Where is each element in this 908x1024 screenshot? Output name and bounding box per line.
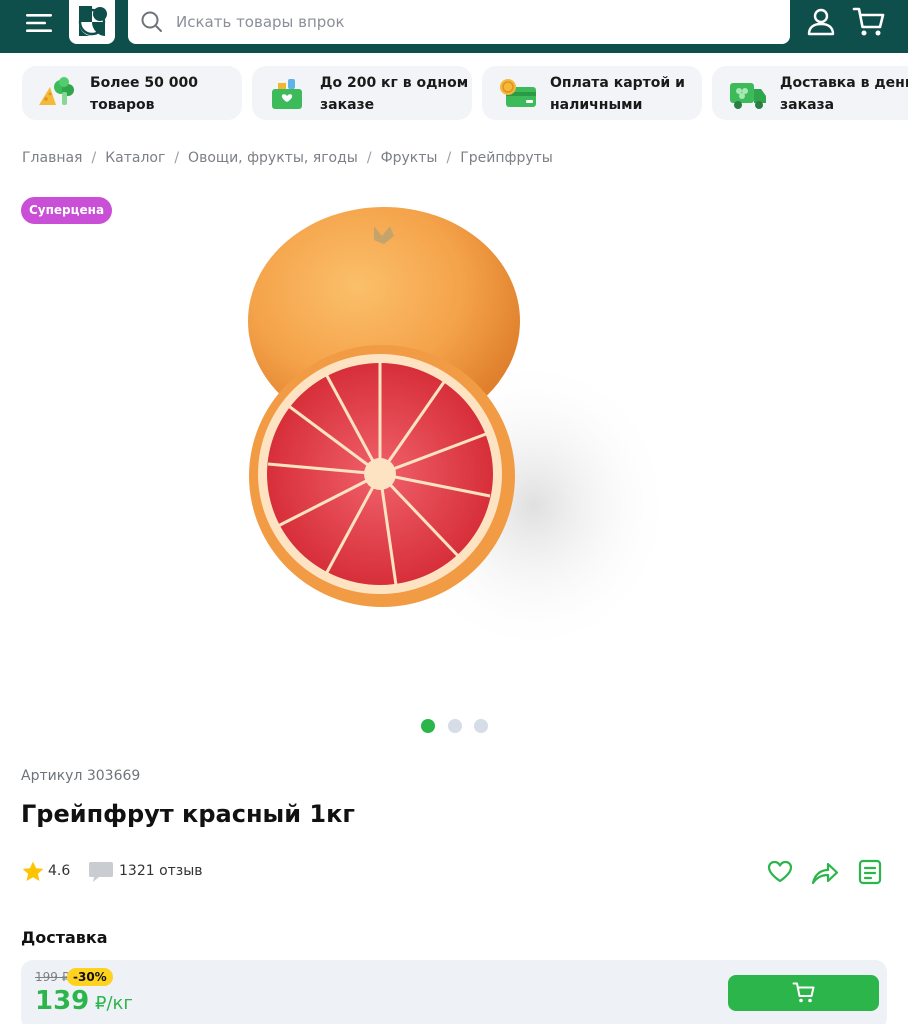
breadcrumb-separator: / bbox=[446, 150, 452, 166]
heart-icon[interactable] bbox=[767, 860, 793, 884]
carousel-dot-1[interactable] bbox=[421, 719, 435, 733]
share-icon[interactable] bbox=[811, 860, 839, 886]
breadcrumb-category[interactable]: Овощи, фрукты, ягоды bbox=[188, 150, 358, 166]
feature-weight[interactable]: До 200 кг в одном заказе bbox=[252, 66, 472, 120]
rating-row: 4.6 1321 отзыв bbox=[21, 858, 891, 886]
search-bar bbox=[128, 0, 790, 44]
breadcrumb-separator: / bbox=[174, 150, 180, 166]
super-price-badge: Суперцена bbox=[21, 197, 113, 224]
carousel-dots bbox=[421, 719, 501, 733]
user-icon[interactable] bbox=[806, 7, 836, 37]
card-coin-icon bbox=[500, 79, 536, 107]
product-sku: Артикул 303669 bbox=[21, 768, 141, 784]
feature-assortment[interactable]: Более 50 000 товаров bbox=[22, 66, 242, 120]
add-to-cart-button[interactable] bbox=[728, 975, 879, 1011]
shopping-list-icon[interactable] bbox=[857, 859, 883, 885]
menu-icon[interactable] bbox=[26, 12, 54, 34]
star-icon bbox=[22, 861, 44, 881]
price-unit: ₽/кг bbox=[89, 993, 133, 1014]
price-value: 139 bbox=[35, 986, 90, 1016]
carousel-dot-2[interactable] bbox=[448, 719, 462, 733]
carousel-dot-3[interactable] bbox=[474, 719, 488, 733]
feature-delivery[interactable]: Доставка в день заказа bbox=[712, 66, 908, 120]
feature-label: Более 50 000 товаров bbox=[90, 75, 198, 113]
breadcrumb: Главная / Каталог / Овощи, фрукты, ягоды / Фру… bbox=[22, 150, 553, 166]
current-price: 139 ₽/кг bbox=[35, 986, 133, 1016]
cart-icon bbox=[792, 982, 815, 1003]
breadcrumb-subcategory[interactable]: Фрукты bbox=[381, 150, 438, 166]
search-input[interactable] bbox=[176, 0, 776, 44]
delivery-title: Доставка bbox=[21, 928, 108, 947]
reviews-link[interactable]: 1321 отзыв bbox=[119, 863, 203, 879]
discount-badge: -30% bbox=[67, 968, 113, 986]
features-strip: Более 50 000 товаров До 200 кг в одном з… bbox=[22, 66, 908, 120]
cart-icon[interactable] bbox=[852, 6, 886, 38]
search-icon[interactable] bbox=[140, 10, 164, 34]
breadcrumb-catalog[interactable]: Каталог bbox=[105, 150, 165, 166]
breadcrumb-home[interactable]: Главная bbox=[22, 150, 82, 166]
top-header bbox=[0, 0, 908, 53]
product-title: Грейпфрут красный 1кг bbox=[21, 800, 355, 828]
breadcrumb-separator: / bbox=[366, 150, 372, 166]
feature-label: Оплата картой и наличными bbox=[550, 75, 685, 113]
feature-payment[interactable]: Оплата картой и наличными bbox=[482, 66, 702, 120]
comment-icon[interactable] bbox=[88, 861, 114, 883]
product-image[interactable] bbox=[234, 196, 674, 676]
delivery-truck-icon bbox=[730, 83, 766, 109]
grocery-bag-icon bbox=[272, 79, 302, 109]
old-price: 199 ₽ bbox=[35, 970, 70, 984]
rating-value: 4.6 bbox=[48, 863, 71, 879]
delivery-offer: 199 ₽ -30% 139 ₽/кг bbox=[21, 960, 887, 1024]
feature-label: Доставка в день заказа bbox=[780, 75, 908, 113]
feature-label: До 200 кг в одном заказе bbox=[320, 75, 469, 113]
breadcrumb-current[interactable]: Грейпфруты bbox=[460, 150, 553, 166]
logo[interactable] bbox=[69, 0, 115, 44]
breadcrumb-separator: / bbox=[91, 150, 97, 166]
cheese-broccoli-icon bbox=[39, 77, 74, 105]
logo-icon bbox=[78, 6, 107, 36]
